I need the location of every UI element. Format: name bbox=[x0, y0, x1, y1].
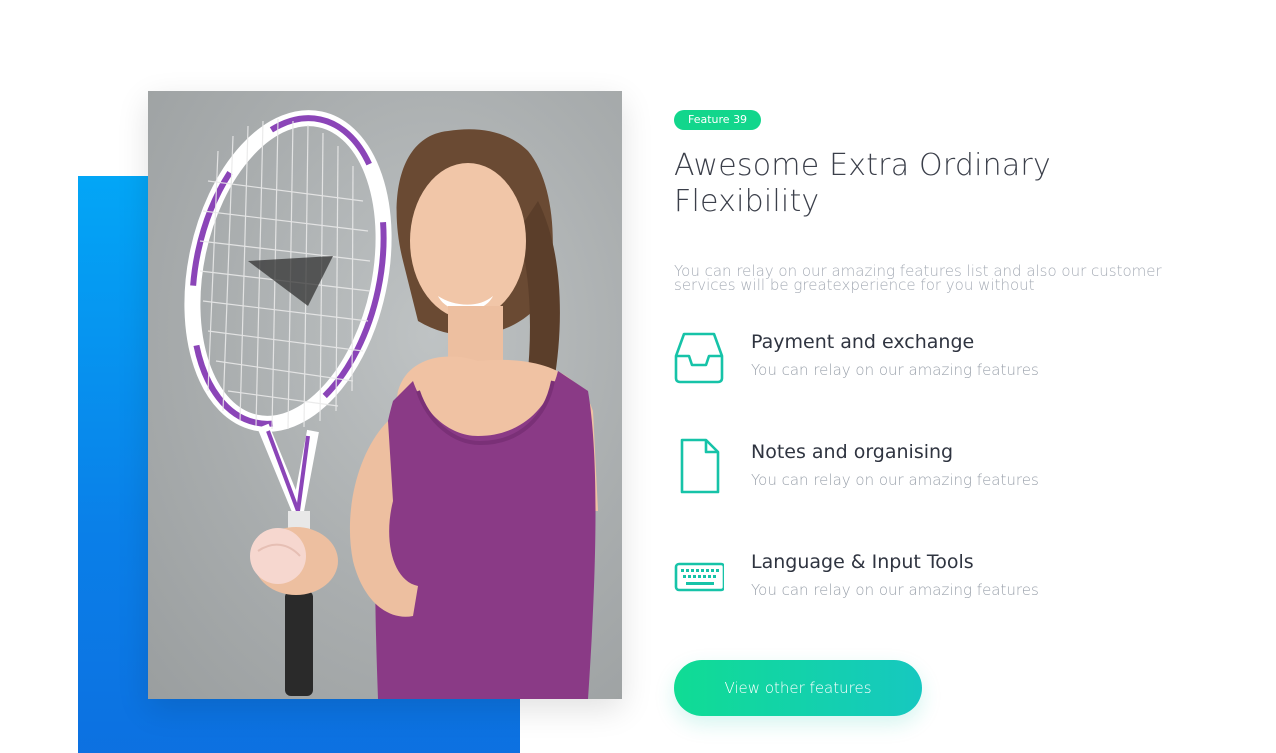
feature-list: Payment and exchange You can relay on ou… bbox=[674, 328, 1234, 658]
feature-item-language: Language & Input Tools You can relay on … bbox=[674, 548, 1234, 658]
keyboard-icon bbox=[674, 562, 724, 592]
feature-title: Payment and exchange bbox=[751, 331, 975, 353]
feature-title: Language & Input Tools bbox=[751, 551, 974, 573]
feature-section: Feature 39 Awesome Extra Ordinary Flexib… bbox=[0, 0, 1276, 753]
section-title: Awesome Extra Ordinary Flexibility bbox=[674, 148, 1051, 219]
feature-description: You can relay on our amazing features bbox=[751, 361, 1039, 379]
document-icon bbox=[680, 438, 720, 494]
section-description: You can relay on our amazing features li… bbox=[674, 262, 1162, 294]
feature-item-payment: Payment and exchange You can relay on ou… bbox=[674, 328, 1234, 438]
photo-illustration bbox=[184, 110, 598, 699]
feature-item-notes: Notes and organising You can relay on ou… bbox=[674, 438, 1234, 548]
feature-description: You can relay on our amazing features bbox=[751, 471, 1039, 489]
feature-description: You can relay on our amazing features bbox=[751, 581, 1039, 599]
inbox-icon bbox=[674, 332, 724, 384]
hero-photo-woman-tennis-racket bbox=[148, 91, 622, 699]
feature-title: Notes and organising bbox=[751, 441, 954, 463]
feature-content: Feature 39 Awesome Extra Ordinary Flexib… bbox=[674, 108, 1234, 658]
feature-badge: Feature 39 bbox=[674, 110, 762, 130]
view-other-features-button[interactable]: View other features bbox=[674, 660, 922, 716]
